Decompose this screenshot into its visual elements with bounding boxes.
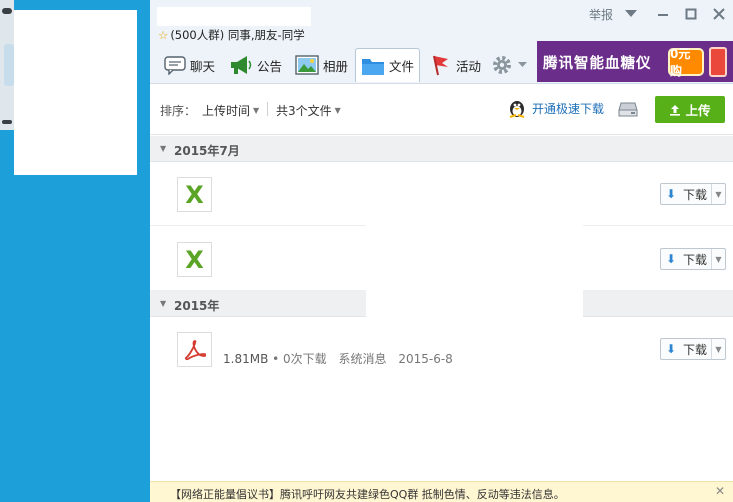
close-icon[interactable]: ✕ [715, 484, 725, 498]
redacted-group-title [157, 7, 311, 26]
file-row[interactable]: 1.81MB • 0次下载 系统消息 2015-6-8 ⬇ 下载 ▼ [150, 317, 733, 383]
collapse-triangle-icon: ▼ [160, 144, 167, 153]
sidebar-selected-item[interactable] [4, 44, 14, 86]
triangle-down-icon [625, 10, 637, 17]
group-files-panel: ☆ (500人群) 同事,朋友-同学 举报 聊天 公告 相册 文件 活动 腾讯智… [150, 0, 733, 502]
notice-bar: 【网络正能量倡议书】腾讯呼吁网友共建绿色QQ群 抵制色情、反动等违法信息。 ✕ [150, 481, 733, 502]
star-icon: ☆ [158, 28, 169, 42]
tab-announcement[interactable]: 公告 [229, 48, 282, 82]
maximize-icon [685, 8, 697, 20]
chevron-down-icon[interactable]: ▼ [711, 249, 725, 269]
sidebar-marker [2, 8, 12, 14]
download-count: • 0次下载 [272, 352, 327, 366]
ad-banner[interactable]: 腾讯智能血糖仪 0元购 [537, 41, 733, 82]
close-icon [713, 8, 725, 20]
download-arrow-icon: ⬇ [665, 342, 677, 356]
chevron-down-icon: ▼ [334, 106, 341, 115]
tab-album-label: 相册 [323, 58, 349, 74]
chevron-down-icon: ▼ [253, 106, 260, 115]
redacted-contact-area [14, 10, 137, 175]
collapse-triangle-icon: ▼ [160, 299, 167, 308]
sidebar-strip [0, 0, 14, 130]
download-arrow-icon: ⬇ [665, 187, 677, 201]
download-label: 下载 [682, 252, 707, 267]
file-sort-bar: 排序： 上传时间 ▼ 共3个文件 ▼ 开通极速下载 上传 [150, 85, 733, 135]
divider [267, 102, 268, 116]
flag-icon [433, 55, 448, 76]
upload-button[interactable]: 上传 [655, 96, 725, 123]
accelerate-download-link[interactable]: 开通极速下载 [508, 98, 604, 118]
sort-dropdown[interactable]: 上传时间 ▼ [202, 102, 259, 119]
window-menu-button[interactable] [622, 5, 640, 23]
close-button[interactable] [710, 5, 728, 23]
megaphone-icon [231, 56, 252, 74]
download-arrow-icon: ⬇ [665, 252, 677, 266]
window-header: ☆ (500人群) 同事,朋友-同学 举报 聊天 公告 相册 文件 活动 腾讯智… [150, 0, 733, 84]
maximize-button[interactable] [682, 5, 700, 23]
ad-text: 腾讯智能血糖仪 [543, 56, 652, 72]
file-meta: 1.81MB • 0次下载 系统消息 2015-6-8 [223, 350, 453, 367]
settings-menu-button[interactable] [490, 48, 531, 82]
hard-drive-icon [618, 102, 638, 117]
penguin-icon [509, 101, 525, 118]
ad-badge: 0元购 [668, 47, 704, 78]
gear-icon [493, 56, 511, 74]
file-group-header[interactable]: ▼ 2015年7月 [150, 136, 733, 162]
sidebar-marker [2, 120, 12, 124]
excel-file-icon: X [177, 242, 212, 277]
storage-button[interactable] [618, 101, 638, 120]
tab-chat[interactable]: 聊天 [164, 48, 215, 82]
upload-label: 上传 [685, 103, 711, 118]
download-button[interactable]: ⬇ 下载 ▼ [660, 248, 726, 270]
notice-text[interactable]: 【网络正能量倡议书】腾讯呼吁网友共建绿色QQ群 抵制色情、反动等违法信息。 [170, 486, 565, 502]
folder-icon [362, 58, 384, 75]
minimize-icon [658, 14, 668, 16]
tab-files[interactable]: 文件 [355, 48, 421, 82]
excel-file-icon: X [177, 177, 212, 212]
accelerate-download-label: 开通极速下载 [532, 101, 605, 116]
pdf-file-icon [177, 332, 212, 367]
group-info-text: (500人群) 同事,朋友-同学 [170, 28, 305, 42]
file-size: 1.81MB [223, 352, 269, 366]
file-count-dropdown[interactable]: 共3个文件 ▼ [276, 102, 341, 119]
phone-icon [709, 47, 727, 77]
group-info: ☆ (500人群) 同事,朋友-同学 [158, 27, 305, 43]
file-group-title: 2015年 [174, 299, 220, 313]
tab-activity[interactable]: 活动 [430, 48, 481, 82]
upload-icon [670, 104, 681, 116]
file-group-title: 2015年7月 [174, 144, 240, 158]
download-button[interactable]: ⬇ 下载 ▼ [660, 338, 726, 360]
pdf-icon [184, 339, 206, 360]
sort-value: 上传时间 [202, 104, 251, 118]
tab-chat-label: 聊天 [190, 58, 216, 74]
photo-album-icon [295, 55, 319, 75]
report-button[interactable]: 举报 [586, 5, 616, 23]
tab-announcement-label: 公告 [257, 58, 283, 74]
chat-bubble-icon [164, 56, 186, 75]
sort-label: 排序： [160, 104, 197, 118]
tab-activity-label: 活动 [456, 58, 482, 74]
download-label: 下载 [682, 187, 707, 202]
download-button[interactable]: ⬇ 下载 ▼ [660, 183, 726, 205]
file-count: 共3个文件 [276, 104, 332, 118]
file-source: 系统消息 [338, 352, 387, 366]
chevron-down-icon [518, 62, 527, 67]
contact-sidebar [0, 0, 150, 502]
chevron-down-icon[interactable]: ▼ [711, 184, 725, 204]
chevron-down-icon[interactable]: ▼ [711, 339, 725, 359]
redacted-file-names [366, 162, 583, 317]
minimize-button[interactable] [654, 5, 672, 23]
download-label: 下载 [682, 342, 707, 357]
file-date: 2015-6-8 [398, 352, 453, 366]
tab-files-label: 文件 [389, 59, 415, 74]
tab-album[interactable]: 相册 [295, 48, 348, 82]
